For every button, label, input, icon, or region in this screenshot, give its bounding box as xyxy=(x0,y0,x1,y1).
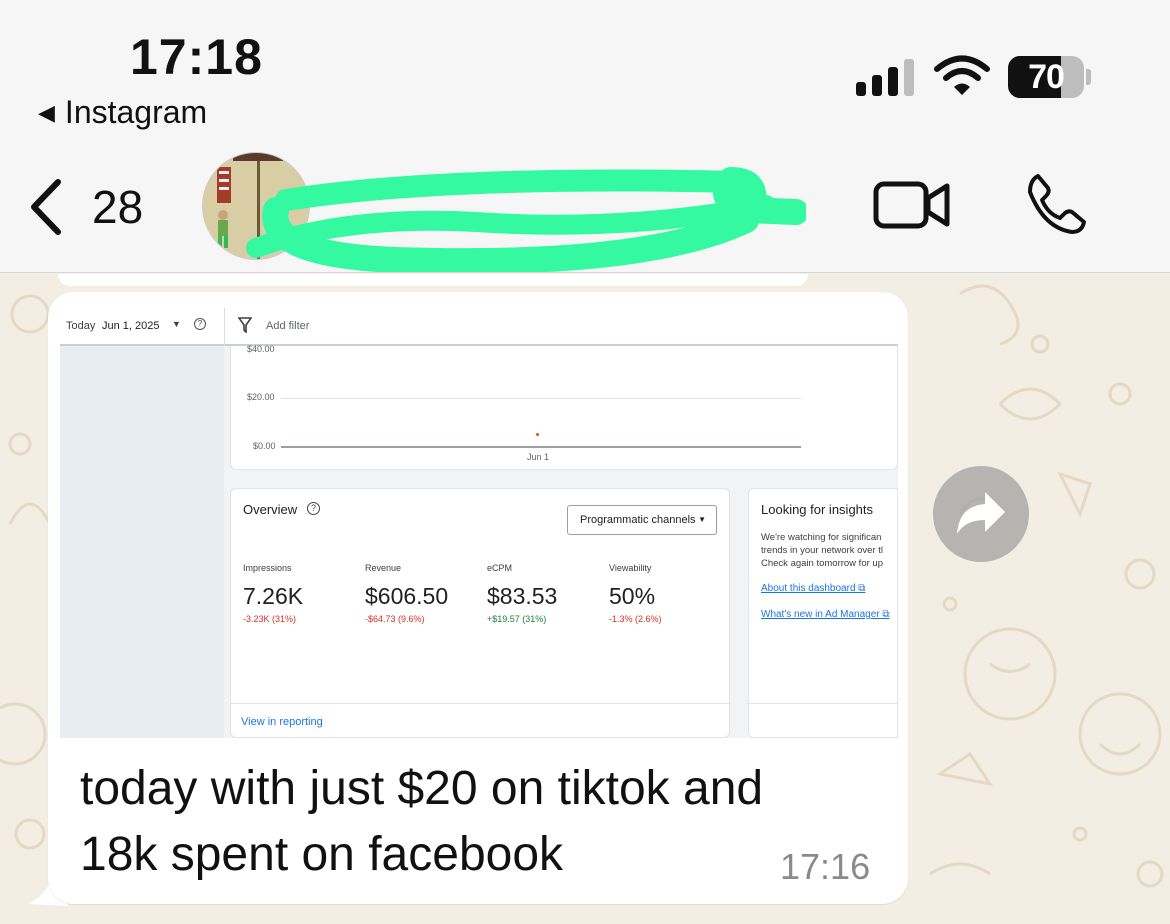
forward-button[interactable] xyxy=(933,466,1029,562)
back-triangle-icon: ◀ xyxy=(38,99,55,125)
status-time: 17:18 xyxy=(130,29,263,85)
phone-call-icon[interactable] xyxy=(1024,172,1088,236)
previous-message-bubble xyxy=(58,274,808,286)
metric-label: Impressions xyxy=(243,563,292,573)
metric-ecpm: eCPM $83.53 +$19.57 (31%) xyxy=(487,563,607,624)
insights-body-line: We're watching for significan xyxy=(761,532,882,543)
help-icon: ? xyxy=(194,318,206,330)
x-axis-line xyxy=(281,446,801,448)
date-range-today: Today xyxy=(66,320,96,332)
filter-divider xyxy=(224,308,225,346)
metric-delta: -3.23K (31%) xyxy=(243,614,297,624)
image-attachment[interactable]: Today Jun 1, 2025 ▼ ? Add filter $40.00 … xyxy=(60,298,898,738)
help-icon[interactable]: ? xyxy=(307,502,320,515)
redaction-scribble xyxy=(246,167,806,272)
date-range-value: Jun 1, 2025 xyxy=(102,320,160,332)
x-tick-label: Jun 1 xyxy=(527,452,550,462)
chevron-down-icon: ▼ xyxy=(698,515,706,524)
insights-body-line: Check again tomorrow for up xyxy=(761,558,883,569)
view-in-reporting-link[interactable]: View in reporting xyxy=(241,716,323,728)
metric-impressions: Impressions 7.26K -3.23K (31%) xyxy=(243,563,363,624)
external-link-icon: ⧉ xyxy=(882,609,890,620)
metric-label: eCPM xyxy=(487,563,513,573)
external-link-icon: ⧉ xyxy=(858,583,866,594)
channel-select[interactable]: Programmatic channels ▼ xyxy=(567,505,717,535)
message-line: 18k spent on facebook xyxy=(80,828,564,881)
dashboard-filter-bar: Today Jun 1, 2025 ▼ ? Add filter xyxy=(60,308,898,346)
dashboard-sidebar xyxy=(60,346,224,738)
chat-header: 17:18 ◀ Instagram 70 28 xyxy=(0,0,1170,273)
whats-new-label: What's new in Ad Manager xyxy=(761,609,880,620)
channel-select-value: Programmatic channels xyxy=(580,514,696,526)
wifi-icon xyxy=(934,55,990,95)
metric-viewability: Viewability 50% -1.3% (2.6%) xyxy=(609,563,729,624)
metric-value: 7.26K xyxy=(243,583,304,609)
message-timestamp: 17:16 xyxy=(780,846,871,887)
message-text: today with just $20 on tiktok and 18k sp… xyxy=(80,756,860,888)
battery-indicator: 70 xyxy=(1008,56,1084,98)
back-to-app-link[interactable]: ◀ Instagram xyxy=(38,94,207,131)
metric-delta: -1.3% (2.6%) xyxy=(609,614,662,624)
forward-arrow-icon xyxy=(957,492,1005,534)
data-point xyxy=(536,433,539,436)
gridline xyxy=(281,398,801,399)
battery-percent: 70 xyxy=(1028,57,1065,96)
whats-new-link[interactable]: What's new in Ad Manager ⧉ xyxy=(761,609,890,620)
y-tick-label: $40.00 xyxy=(247,344,275,354)
add-filter-label: Add filter xyxy=(266,320,310,332)
chevron-down-icon: ▼ xyxy=(172,319,181,329)
back-app-label: Instagram xyxy=(64,94,208,130)
video-call-icon[interactable] xyxy=(872,178,952,232)
y-tick-label: $0.00 xyxy=(253,441,276,451)
metric-delta: +$19.57 (31%) xyxy=(487,614,547,624)
metric-delta: -$64.73 (9.6%) xyxy=(365,614,425,624)
metric-value: 50% xyxy=(609,583,656,609)
metric-value: $606.50 xyxy=(365,583,449,609)
overview-card: Overview ? Programmatic channels ▼ Impre… xyxy=(230,488,731,738)
revenue-chart: $40.00 $20.00 $0.00 Jun 1 xyxy=(230,344,898,470)
metric-value: $83.53 xyxy=(487,583,558,609)
message-line: today with just $20 on tiktok and xyxy=(80,762,764,815)
battery-tip xyxy=(1086,69,1091,85)
metric-label: Revenue xyxy=(365,563,402,573)
insights-card: Looking for insights We're watching for … xyxy=(748,488,898,738)
about-dashboard-label: About this dashboard xyxy=(761,583,856,594)
cellular-signal-icon xyxy=(856,59,914,96)
overview-title: Overview xyxy=(243,502,298,517)
insights-title: Looking for insights xyxy=(761,502,874,517)
back-chevron-icon[interactable] xyxy=(26,178,66,236)
insights-divider xyxy=(749,703,897,704)
unread-count[interactable]: 28 xyxy=(92,180,143,234)
metric-label: Viewability xyxy=(609,563,652,573)
overview-divider xyxy=(231,703,731,704)
filter-icon xyxy=(238,317,252,333)
metric-revenue: Revenue $606.50 -$64.73 (9.6%) xyxy=(365,563,485,624)
insights-body-line: trends in your network over tl xyxy=(761,545,883,556)
insights-body: We're watching for significan trends in … xyxy=(761,531,897,570)
about-dashboard-link[interactable]: About this dashboard ⧉ xyxy=(761,583,865,594)
y-tick-label: $20.00 xyxy=(247,392,275,402)
